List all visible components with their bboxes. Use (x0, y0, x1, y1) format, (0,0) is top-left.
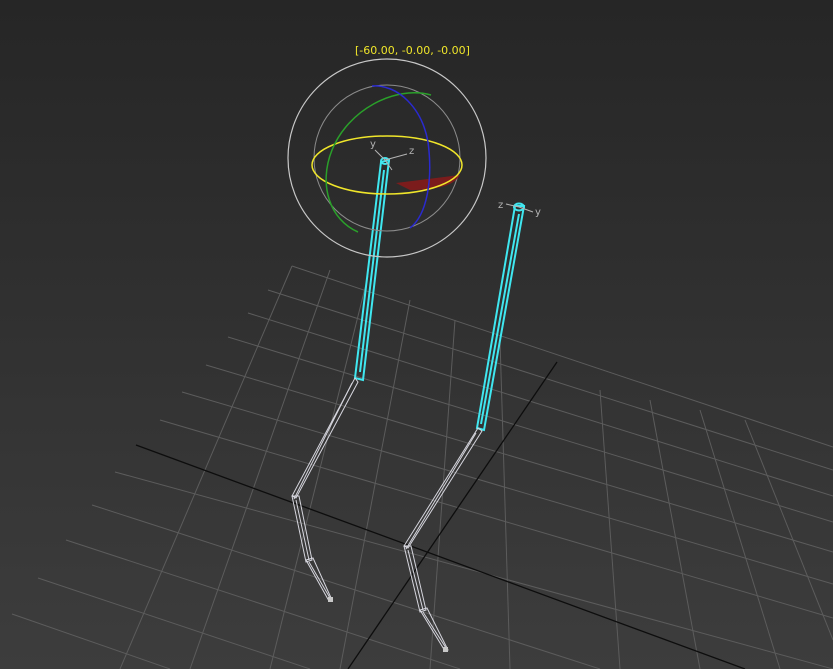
scene-canvas[interactable]: y z z y (0, 0, 833, 669)
left-toe-bone[interactable] (305, 557, 333, 602)
bone-axis-label-z: z (498, 200, 503, 211)
gizmo-axis-label-z: z (409, 146, 414, 157)
gizmo-x-axis-ring[interactable] (371, 85, 431, 229)
left-leg-bone-chain[interactable] (291, 157, 391, 602)
right-leg-bone-chain[interactable] (403, 202, 526, 653)
right-thigh-bone-selected[interactable] (475, 205, 526, 432)
left-calf-bone[interactable] (291, 377, 359, 500)
right-toe-end-point (443, 647, 448, 652)
right-foot-bone[interactable] (403, 545, 427, 613)
rotation-readout: [-60.00, -0.00, -0.00] (355, 44, 470, 57)
perspective-viewport[interactable]: y z z y [-60.00, -0.00, -0.00] (0, 0, 833, 669)
gizmo-axis-label-y: y (370, 139, 376, 150)
bone-axis-label-y: y (535, 207, 541, 218)
left-toe-end-point (328, 597, 333, 602)
